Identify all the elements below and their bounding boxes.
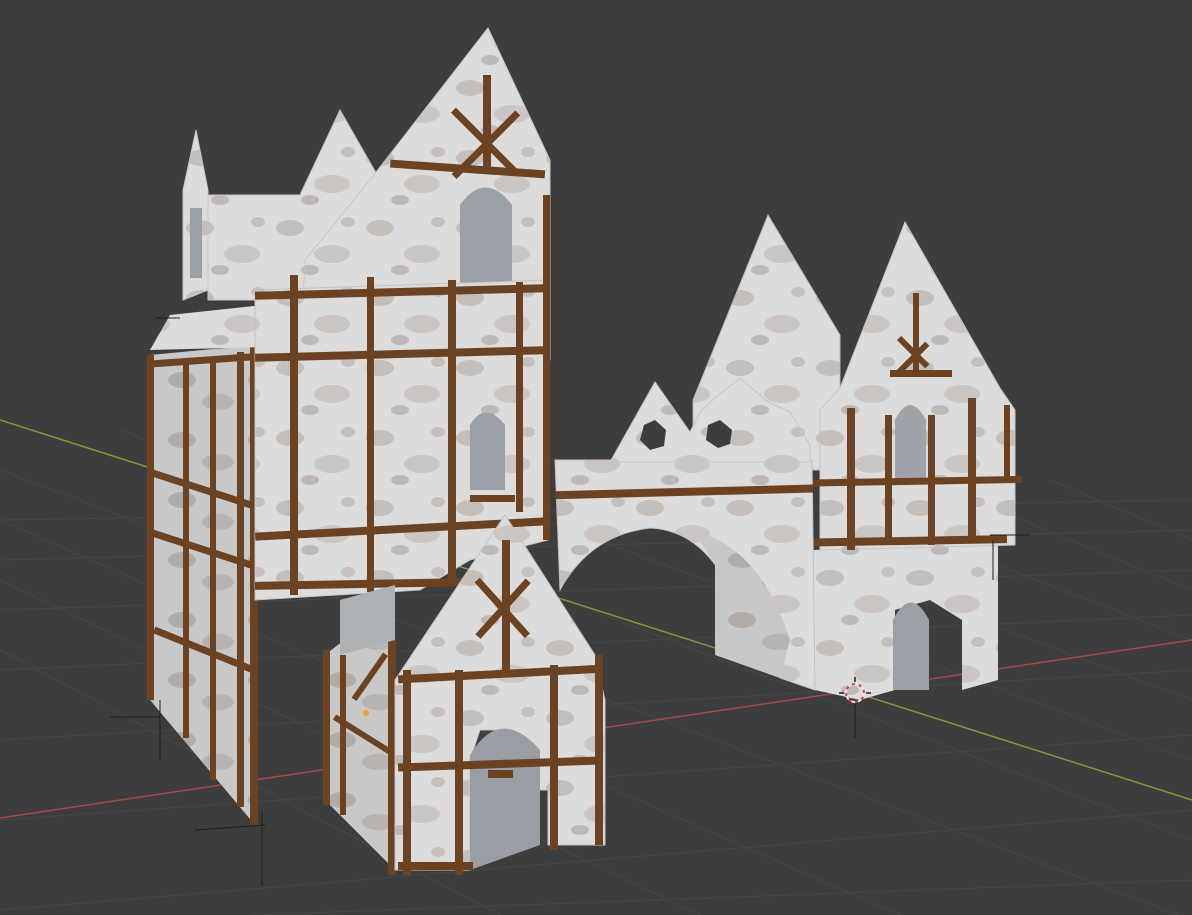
object-origin-dot[interactable] [363, 710, 369, 716]
3d-viewport[interactable] [0, 0, 1192, 915]
